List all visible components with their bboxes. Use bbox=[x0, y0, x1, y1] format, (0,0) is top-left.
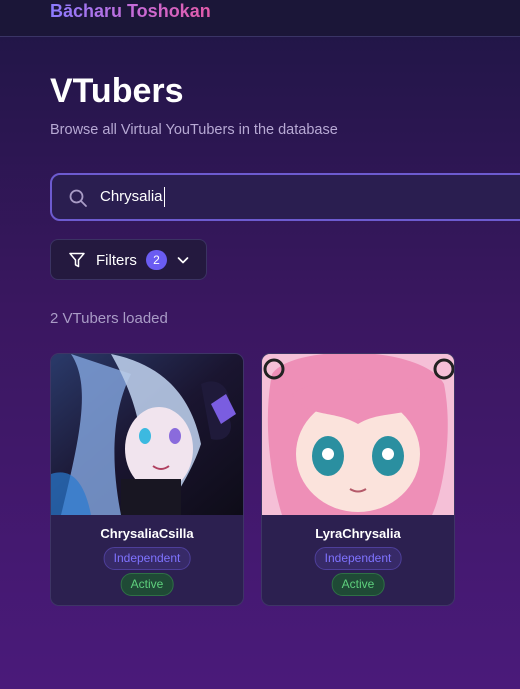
vtuber-card[interactable]: LyraChrysalia Independent Active bbox=[261, 353, 455, 606]
filters-label: Filters bbox=[96, 252, 137, 269]
filter-icon bbox=[69, 252, 85, 268]
status-badge: Active bbox=[120, 573, 174, 596]
top-nav-bar: Bācharu Toshokan bbox=[0, 0, 520, 37]
vtuber-name: LyraChrysalia bbox=[315, 526, 401, 541]
vtuber-avatar-image[interactable] bbox=[51, 354, 243, 515]
brand-logo-text[interactable]: Bācharu Toshokan bbox=[50, 1, 211, 22]
page-subtitle: Browse all Virtual YouTubers in the data… bbox=[50, 122, 338, 138]
search-box[interactable]: Chrysalia bbox=[50, 173, 520, 221]
results-count: 2 VTubers loaded bbox=[50, 310, 168, 327]
vtuber-name: ChrysaliaCsilla bbox=[100, 526, 194, 541]
affiliation-badge: Independent bbox=[314, 547, 402, 570]
search-icon bbox=[69, 189, 87, 207]
affiliation-badge: Independent bbox=[103, 547, 191, 570]
filters-button[interactable]: Filters 2 bbox=[50, 239, 207, 280]
chevron-down-icon bbox=[177, 257, 189, 264]
vtuber-card[interactable]: ChrysaliaCsilla Independent Active bbox=[50, 353, 244, 606]
status-badge: Active bbox=[331, 573, 385, 596]
vtuber-avatar-image[interactable] bbox=[262, 354, 454, 515]
page-title: VTubers bbox=[50, 72, 184, 110]
filters-count-badge: 2 bbox=[146, 250, 167, 270]
search-input[interactable]: Chrysalia bbox=[100, 187, 165, 207]
